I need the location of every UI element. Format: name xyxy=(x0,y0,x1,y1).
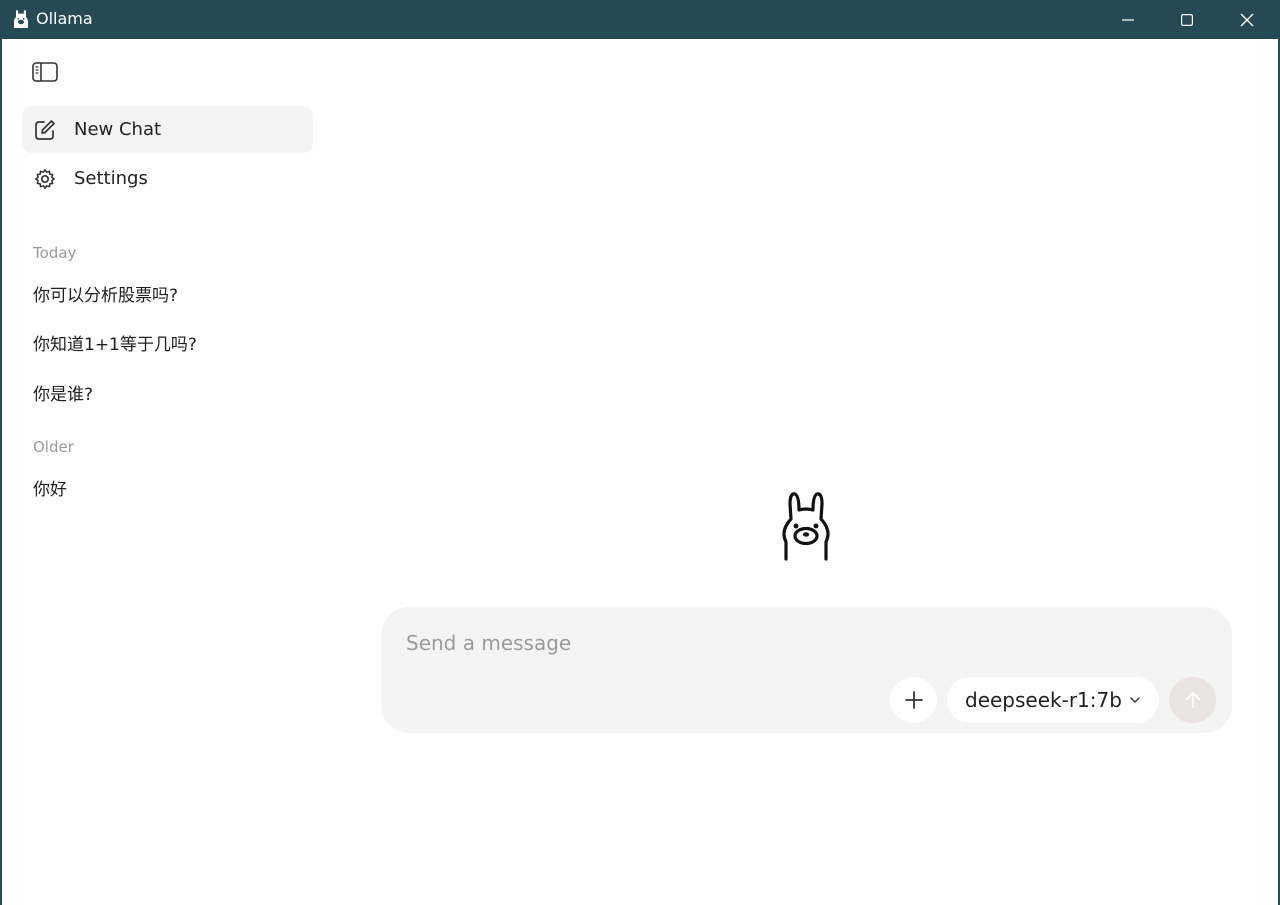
arrow-up-icon xyxy=(1185,692,1200,708)
gear-icon xyxy=(34,168,56,190)
section-label-today: Today xyxy=(33,244,77,262)
maximize-button[interactable] xyxy=(1158,0,1216,39)
chat-history-item[interactable]: 你是谁? xyxy=(33,381,313,409)
client-area: New Chat Settings Today 你可以分析股票吗? 你知道1+1… xyxy=(2,39,1278,905)
minimize-button[interactable] xyxy=(1099,0,1157,39)
attach-button[interactable] xyxy=(890,677,937,723)
window-title: Ollama xyxy=(36,9,93,28)
new-chat-button[interactable]: New Chat xyxy=(22,106,313,153)
ollama-llama-logo xyxy=(778,490,834,562)
message-composer: deepseek-r1:7b xyxy=(381,607,1232,733)
new-chat-label: New Chat xyxy=(74,119,162,140)
plus-icon xyxy=(904,691,923,709)
title-bar[interactable]: Ollama xyxy=(0,0,1280,39)
close-icon xyxy=(1240,13,1254,26)
minimize-icon xyxy=(1122,18,1134,21)
section-label-older: Older xyxy=(33,438,74,456)
message-input[interactable] xyxy=(406,625,1206,661)
chat-history-item[interactable]: 你可以分析股票吗? xyxy=(33,282,313,310)
chat-history-item[interactable]: 你好 xyxy=(33,476,313,504)
ollama-app-icon xyxy=(12,9,30,29)
app-window: Ollama New Chat Settings Today 你可以分析股票吗?… xyxy=(0,0,1280,905)
settings-label: Settings xyxy=(74,168,148,189)
new-chat-icon xyxy=(34,119,56,141)
model-name: deepseek-r1:7b xyxy=(965,688,1122,712)
settings-button[interactable]: Settings xyxy=(22,155,313,202)
chevron-down-icon xyxy=(1130,697,1140,703)
close-button[interactable] xyxy=(1218,0,1276,39)
maximize-icon xyxy=(1181,13,1193,26)
send-button[interactable] xyxy=(1169,677,1216,723)
sidebar-toggle-icon xyxy=(32,62,58,82)
sidebar-toggle-button[interactable] xyxy=(31,61,59,83)
chat-history-item[interactable]: 你知道1+1等于几吗? xyxy=(33,331,313,359)
model-select[interactable]: deepseek-r1:7b xyxy=(947,677,1159,723)
